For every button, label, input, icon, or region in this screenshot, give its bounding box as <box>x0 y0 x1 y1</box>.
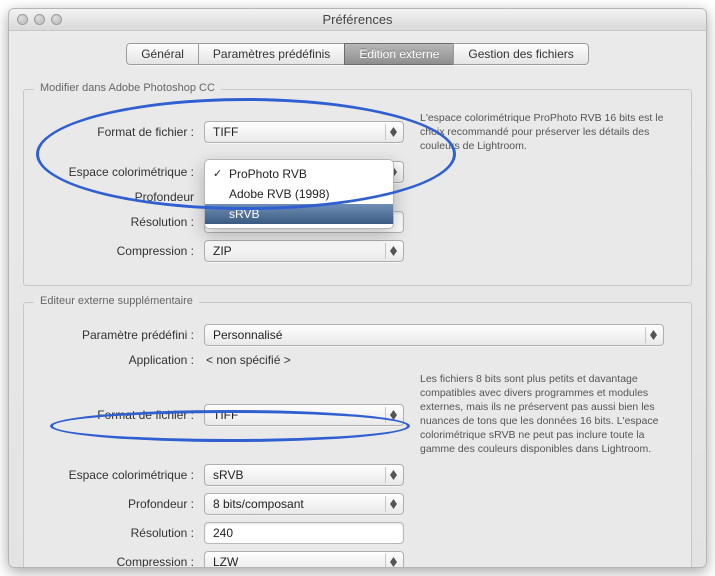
colorspace2-value: sRVB <box>213 468 243 482</box>
depth1-label: Profondeur <box>34 190 204 204</box>
depth2-value: 8 bits/composant <box>213 497 304 511</box>
row-colorspace1: Espace colorimétrique : ProPhoto RVB Ado… <box>34 161 681 183</box>
row-depth2: Profondeur : 8 bits/composant <box>34 493 681 515</box>
menu-item-srgb[interactable]: sRVB <box>205 204 393 224</box>
format1-value: TIFF <box>213 125 238 139</box>
format2-label: Format de fichier : <box>34 408 204 422</box>
tab-external-editing[interactable]: Edition externe <box>344 43 453 65</box>
group-additional-editor: Editeur externe supplémentaire Paramètre… <box>23 302 692 568</box>
depth2-select[interactable]: 8 bits/composant <box>204 493 404 515</box>
content-area: Modifier dans Adobe Photoshop CC Format … <box>9 65 706 568</box>
row-compression1: Compression : ZIP <box>34 240 681 262</box>
resolution2-input[interactable]: 240 <box>204 522 404 544</box>
row-compression2: Compression : LZW <box>34 551 681 568</box>
menu-item-prophoto[interactable]: ProPhoto RVB <box>205 164 393 184</box>
menu-item-adobergb[interactable]: Adobe RVB (1998) <box>205 184 393 204</box>
tab-presets[interactable]: Paramètres prédéfinis <box>198 43 344 65</box>
group1-desc: L'espace colorimétrique ProPhoto RVB 16 … <box>404 111 681 154</box>
stepper-icon <box>385 124 401 140</box>
colorspace1-label: Espace colorimétrique : <box>34 165 204 179</box>
compression2-select[interactable]: LZW <box>204 551 404 568</box>
colorspace1-menu: ProPhoto RVB Adobe RVB (1998) sRVB <box>204 159 394 229</box>
stepper-icon <box>385 243 401 259</box>
tab-segmented-control: Général Paramètres prédéfinis Edition ex… <box>126 43 589 65</box>
stepper-icon <box>385 496 401 512</box>
titlebar: Préférences <box>9 9 706 31</box>
resolution2-value: 240 <box>213 526 233 540</box>
colorspace2-select[interactable]: sRVB <box>204 464 404 486</box>
stepper-icon <box>385 467 401 483</box>
preset2-select[interactable]: Personnalisé <box>204 324 664 346</box>
window-title: Préférences <box>9 12 706 27</box>
colorspace2-label: Espace colorimétrique : <box>34 468 204 482</box>
format2-select[interactable]: TIFF <box>204 404 404 426</box>
stepper-icon <box>645 327 661 343</box>
resolution2-label: Résolution : <box>34 526 204 540</box>
compression2-value: LZW <box>213 555 238 568</box>
format1-select[interactable]: TIFF <box>204 121 404 143</box>
format1-label: Format de fichier : <box>34 125 204 139</box>
compression1-value: ZIP <box>213 244 232 258</box>
app2-value: < non spécifié > <box>204 353 291 367</box>
tab-general[interactable]: Général <box>126 43 198 65</box>
group-edit-in-photoshop: Modifier dans Adobe Photoshop CC Format … <box>23 89 692 286</box>
row-format1: Format de fichier : TIFF L'espace colori… <box>34 111 681 154</box>
row-colorspace2: Espace colorimétrique : sRVB <box>34 464 681 486</box>
tab-file-handling[interactable]: Gestion des fichiers <box>453 43 588 65</box>
tab-bar: Général Paramètres prédéfinis Edition ex… <box>9 43 706 65</box>
group2-desc: Les fichiers 8 bits sont plus petits et … <box>404 372 681 457</box>
group2-legend: Editeur externe supplémentaire <box>34 295 199 307</box>
preferences-window: Préférences Général Paramètres prédéfini… <box>8 8 707 568</box>
resolution1-label: Résolution : <box>34 215 204 229</box>
depth2-label: Profondeur : <box>34 497 204 511</box>
row-preset2: Paramètre prédéfini : Personnalisé <box>34 324 681 346</box>
row-resolution2: Résolution : 240 <box>34 522 681 544</box>
format2-value: TIFF <box>213 408 238 422</box>
stepper-icon <box>385 554 401 568</box>
row-format2: Format de fichier : TIFF Les fichiers 8 … <box>34 374 681 457</box>
preset2-value: Personnalisé <box>213 328 282 342</box>
compression1-label: Compression : <box>34 244 204 258</box>
row-app2: Application : < non spécifié > <box>34 353 681 367</box>
group1-legend: Modifier dans Adobe Photoshop CC <box>34 82 221 94</box>
stepper-icon <box>385 407 401 423</box>
compression1-select[interactable]: ZIP <box>204 240 404 262</box>
app2-label: Application : <box>34 353 204 367</box>
compression2-label: Compression : <box>34 555 204 568</box>
preset2-label: Paramètre prédéfini : <box>34 328 204 342</box>
